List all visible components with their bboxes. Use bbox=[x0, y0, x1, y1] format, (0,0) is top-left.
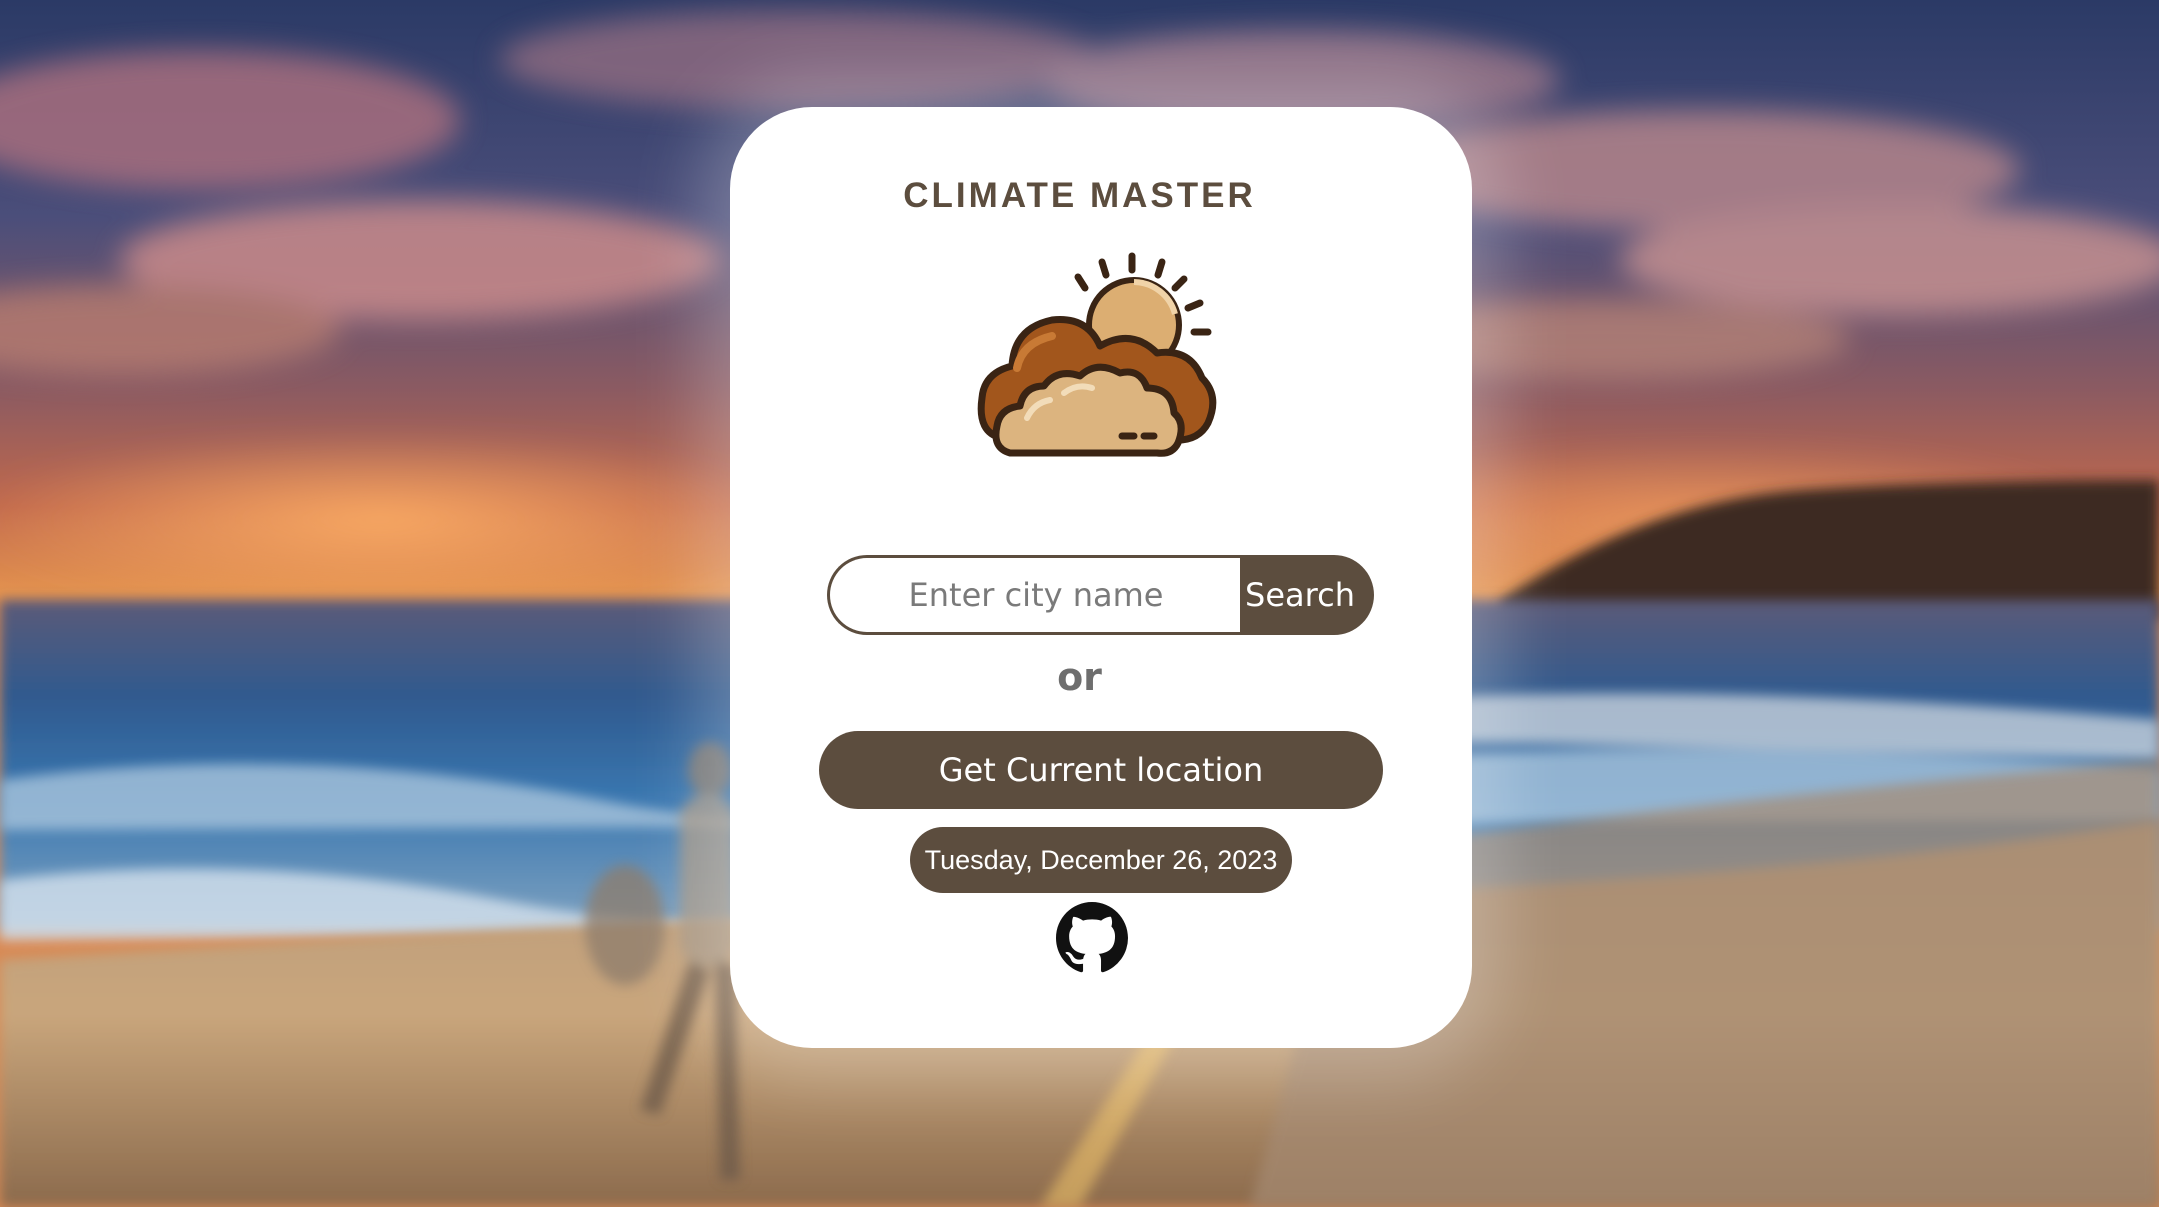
github-icon[interactable] bbox=[1056, 902, 1128, 974]
date-badge: Tuesday, December 26, 2023 bbox=[910, 827, 1292, 893]
get-current-location-button[interactable]: Get Current location bbox=[819, 731, 1383, 809]
search-button[interactable]: Search bbox=[1240, 555, 1374, 635]
or-divider-text: or bbox=[1057, 655, 1102, 699]
city-search-input[interactable] bbox=[827, 555, 1242, 635]
search-bar: Search bbox=[827, 555, 1374, 635]
app-title: CLIMATE MASTER bbox=[903, 176, 1256, 215]
sun-behind-clouds-icon bbox=[972, 248, 1232, 464]
